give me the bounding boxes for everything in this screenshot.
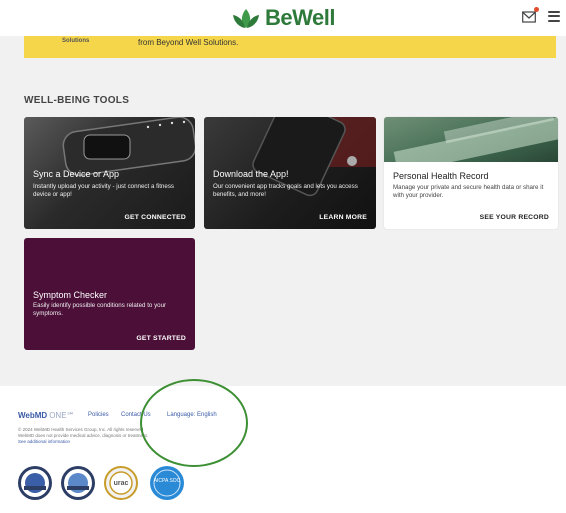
sync-device-card[interactable]: Sync a Device or App Instantly upload yo… xyxy=(24,117,195,229)
learn-more-link[interactable]: LEARN MORE xyxy=(319,214,367,221)
urac-label: urac xyxy=(113,480,129,487)
get-started-link[interactable]: GET STARTED xyxy=(136,335,186,342)
card-description: Manage your private and secure health da… xyxy=(393,184,544,199)
banner-text: from Beyond Well Solutions. xyxy=(138,38,239,47)
card-description: Our convenient app tracks goals and lets… xyxy=(213,183,358,198)
bewell-logo[interactable]: BeWell xyxy=(231,5,335,31)
aicpa-label: AICPA SOC xyxy=(153,478,181,484)
card-title: Symptom Checker xyxy=(33,290,108,300)
card-description: Instantly upload your activity - just co… xyxy=(33,183,175,198)
personal-health-record-card[interactable]: Personal Health Record Manage your priva… xyxy=(384,117,558,229)
leaf-logo-icon xyxy=(231,6,261,30)
notification-dot xyxy=(534,7,539,12)
highlight-circle xyxy=(140,379,248,467)
card-title: Personal Health Record xyxy=(393,171,489,181)
promo-banner[interactable]: Solutions from Beyond Well Solutions. xyxy=(24,36,556,58)
download-app-card[interactable]: Download the App! Our convenient app tra… xyxy=(204,117,376,229)
banner-label: Solutions xyxy=(62,38,90,44)
top-header: BeWell xyxy=(0,0,566,36)
disclaimer-text: WebMD does not provide medical advice, d… xyxy=(18,433,148,438)
policies-link[interactable]: Policies xyxy=(88,412,109,418)
section-title: WELL-BEING TOOLS xyxy=(24,95,130,106)
webmd-one-logo: WebMD ONE℠ xyxy=(18,411,75,420)
footer-brand-sub: ONE℠ xyxy=(49,411,75,420)
card-description: Easily identify possible conditions rela… xyxy=(33,302,167,317)
aicpa-soc-seal-icon: AICPA SOC xyxy=(150,466,184,500)
card-title: Sync a Device or App xyxy=(33,169,120,179)
additional-info-link[interactable]: See additional information xyxy=(18,439,70,444)
accreditation-seal-icon xyxy=(61,466,95,500)
treatment-document-image xyxy=(384,117,558,174)
copyright-text: © 2024 WebMD Health Services Group, Inc.… xyxy=(18,427,145,432)
urac-seal-icon: urac xyxy=(104,466,138,500)
get-connected-link[interactable]: GET CONNECTED xyxy=(124,214,186,221)
brand-name: BeWell xyxy=(265,5,335,30)
symptom-checker-card[interactable]: Symptom Checker Easily identify possible… xyxy=(24,238,195,350)
mail-icon[interactable] xyxy=(522,7,539,23)
card-title: Download the App! xyxy=(213,169,289,179)
accreditation-seal-icon xyxy=(18,466,52,500)
footer-brand-main: WebMD xyxy=(18,411,48,420)
see-your-record-link[interactable]: SEE YOUR RECORD xyxy=(480,214,549,221)
hamburger-menu-icon[interactable] xyxy=(548,10,560,22)
